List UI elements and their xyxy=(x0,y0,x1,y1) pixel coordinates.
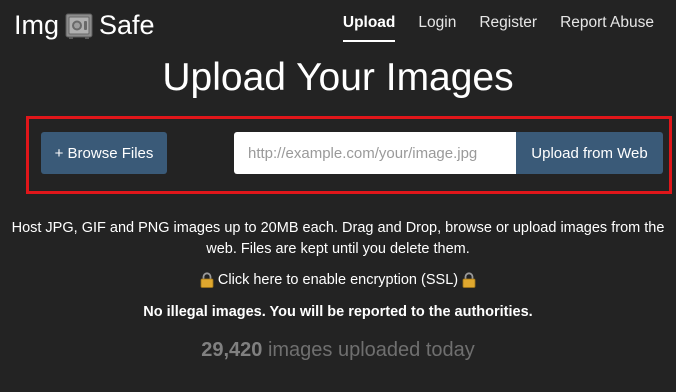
upload-count: 29,420 images uploaded today xyxy=(0,339,676,362)
upload-from-web-button[interactable]: Upload from Web xyxy=(516,132,663,174)
lock-icon xyxy=(200,272,214,288)
top-nav: Upload Login Register Report Abuse xyxy=(320,14,654,42)
enable-ssl-link[interactable]: Click here to enable encryption (SSL) xyxy=(218,272,458,288)
nav-login[interactable]: Login xyxy=(418,14,456,42)
site-logo[interactable]: Img Safe xyxy=(14,10,155,41)
illegal-images-warning: No illegal images. You will be reported … xyxy=(143,304,533,320)
logo-text-safe: Safe xyxy=(99,10,155,40)
upload-count-text: images uploaded today xyxy=(267,339,475,361)
upload-description: Host JPG, GIF and PNG images up to 20MB … xyxy=(11,220,665,257)
page-title: Upload Your Images xyxy=(162,56,514,99)
upload-count-number: 29,420 xyxy=(201,339,263,361)
logo-text-img: Img xyxy=(14,10,60,40)
browse-files-button[interactable]: + Browse Files xyxy=(41,132,167,174)
nav-upload[interactable]: Upload xyxy=(342,14,396,42)
image-url-input[interactable] xyxy=(234,132,517,174)
lock-icon xyxy=(462,272,476,288)
nav-report-abuse[interactable]: Report Abuse xyxy=(560,14,654,42)
ssl-row: Click here to enable encryption (SSL) xyxy=(0,272,676,288)
safe-icon xyxy=(65,13,93,39)
nav-register[interactable]: Register xyxy=(479,14,537,42)
